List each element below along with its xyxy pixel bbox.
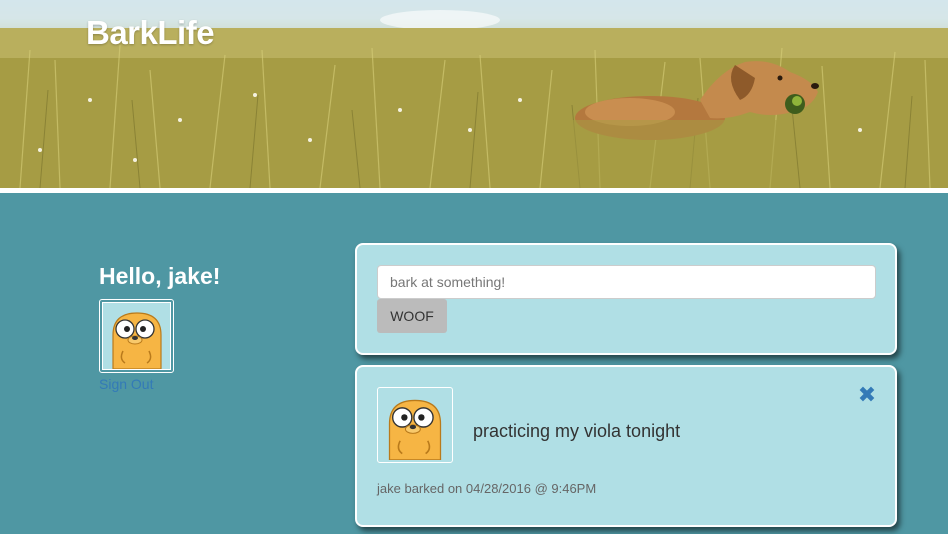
woof-button[interactable]: WOOF (377, 299, 447, 333)
bark-post: practicing my viola tonight jake barked … (355, 365, 897, 527)
jake-avatar-icon (388, 399, 442, 460)
jake-avatar-icon (111, 312, 162, 369)
hero-banner: BarkLife (0, 0, 948, 188)
close-icon[interactable]: ✖ (857, 384, 877, 406)
greeting-heading: Hello, jake! (99, 263, 221, 289)
post-meta: jake barked on 04/28/2016 @ 9:46PM (377, 481, 597, 496)
hero-divider (0, 188, 948, 193)
compose-card: WOOF (355, 243, 897, 355)
post-text: practicing my viola tonight (473, 421, 681, 441)
post-avatar (377, 387, 453, 463)
brand-logo[interactable]: BarkLife (86, 14, 215, 52)
sign-out-link[interactable]: Sign Out (99, 376, 153, 392)
bark-input[interactable] (377, 265, 876, 299)
profile-avatar (99, 299, 174, 373)
